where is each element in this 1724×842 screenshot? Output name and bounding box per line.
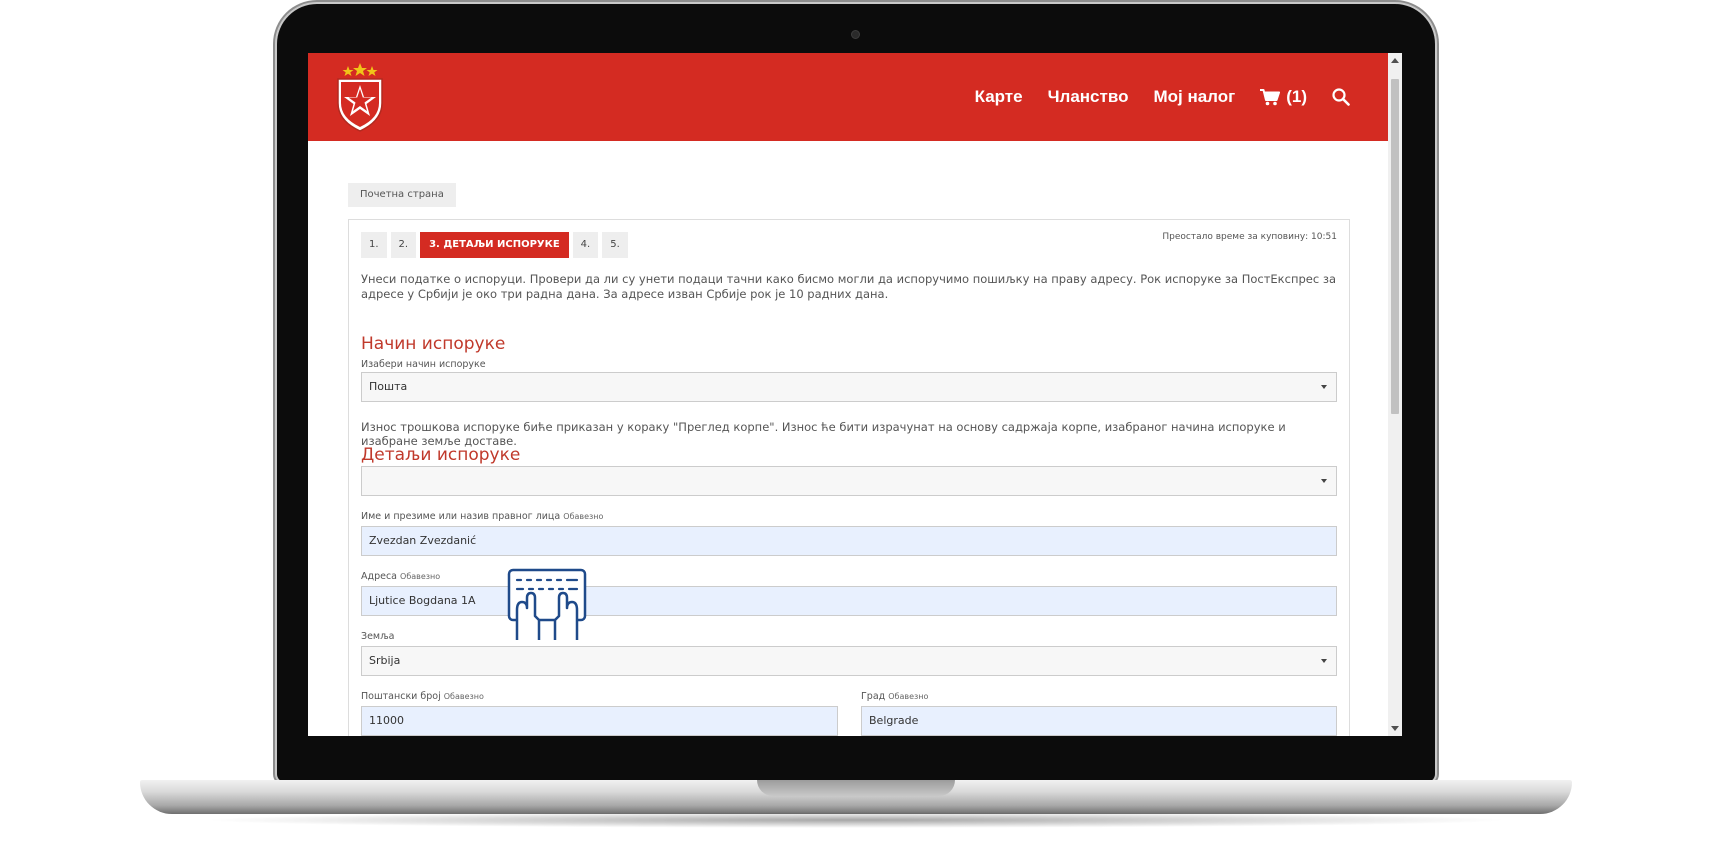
vertical-scrollbar[interactable] (1388, 53, 1402, 736)
step-3-active[interactable]: 3. ДЕТАЉИ ИСПОРУКЕ (420, 232, 569, 258)
delivery-method-title: Начин испоруке (361, 334, 506, 354)
name-label-text: Име и презиме или назив правног лица (361, 511, 561, 522)
delivery-method-select[interactable]: Пошта (361, 372, 1337, 402)
checkout-panel: 1. 2. 3. ДЕТАЉИ ИСПОРУКЕ 4. 5. Преостало… (348, 219, 1350, 736)
nav-item-my-account[interactable]: Мој налог (1153, 87, 1235, 107)
required-badge: Обавезно (400, 572, 441, 581)
required-badge: Обавезно (443, 692, 484, 701)
name-field[interactable]: Zvezdan Zvezdanić (361, 526, 1337, 556)
shipping-cost-note: Износ трошкова испоруке биће приказан у … (361, 420, 1286, 448)
nav-item-membership[interactable]: Чланство (1048, 87, 1129, 107)
address-label: Адреса Обавезно (361, 571, 440, 582)
required-badge: Обавезно (563, 512, 604, 521)
main-nav: Карте Чланство Мој налог (1) (950, 53, 1388, 141)
breadcrumb-home[interactable]: Почетна страна (348, 183, 456, 207)
purchase-timer: Преостало време за куповину: 10:51 (1162, 232, 1337, 242)
delivery-method-label: Изабери начин испоруке (361, 359, 486, 370)
chevron-down-icon (1321, 385, 1327, 389)
club-logo-icon[interactable] (335, 61, 385, 133)
scroll-down-icon[interactable] (1391, 726, 1399, 731)
chevron-down-icon (1321, 659, 1327, 663)
laptop-shadow (200, 812, 1512, 828)
shopping-cart-icon (1260, 88, 1281, 105)
city-label: Град Обавезно (861, 691, 928, 702)
nav-item-tickets[interactable]: Карте (975, 87, 1023, 107)
city-field[interactable]: Belgrade (861, 706, 1337, 736)
search-button[interactable] (1332, 88, 1350, 106)
cart-count: (1) (1286, 87, 1307, 106)
city-label-text: Град (861, 691, 886, 702)
country-select[interactable]: Srbija (361, 646, 1337, 676)
required-badge: Обавезно (888, 692, 929, 701)
step-5[interactable]: 5. (602, 232, 628, 258)
keyboard-typing-icon (507, 568, 587, 640)
delivery-details-title: Детаљи испоруке (361, 445, 521, 465)
postal-code-label-text: Поштански број (361, 691, 441, 702)
step-2[interactable]: 2. (390, 232, 417, 258)
scroll-up-icon[interactable] (1391, 58, 1399, 63)
name-label: Име и презиме или назив правног лица Оба… (361, 511, 603, 522)
delivery-method-value: Пошта (369, 380, 408, 393)
postal-code-label: Поштански број Обавезно (361, 691, 484, 702)
country-label: Земља (361, 631, 395, 642)
intro-text: Унеси податке о испоруци. Провери да ли … (361, 272, 1336, 301)
postal-code-field[interactable]: 11000 (361, 706, 838, 736)
nav-item-cart[interactable]: (1) (1260, 87, 1307, 107)
checkout-steps: 1. 2. 3. ДЕТАЉИ ИСПОРУКЕ 4. 5. (361, 232, 628, 258)
chevron-down-icon (1321, 479, 1327, 483)
laptop-notch (757, 780, 955, 796)
scroll-thumb[interactable] (1391, 79, 1399, 414)
step-4[interactable]: 4. (572, 232, 599, 258)
site-header: Карте Чланство Мој налог (1) (308, 53, 1388, 141)
step-1[interactable]: 1. (361, 232, 387, 258)
country-value: Srbija (369, 654, 401, 667)
camera-icon (851, 30, 860, 39)
address-label-text: Адреса (361, 571, 397, 582)
search-icon (1332, 88, 1350, 106)
browser-screen: Карте Чланство Мој налог (1) Почетна стр… (308, 53, 1402, 736)
saved-address-select[interactable] (361, 466, 1337, 496)
